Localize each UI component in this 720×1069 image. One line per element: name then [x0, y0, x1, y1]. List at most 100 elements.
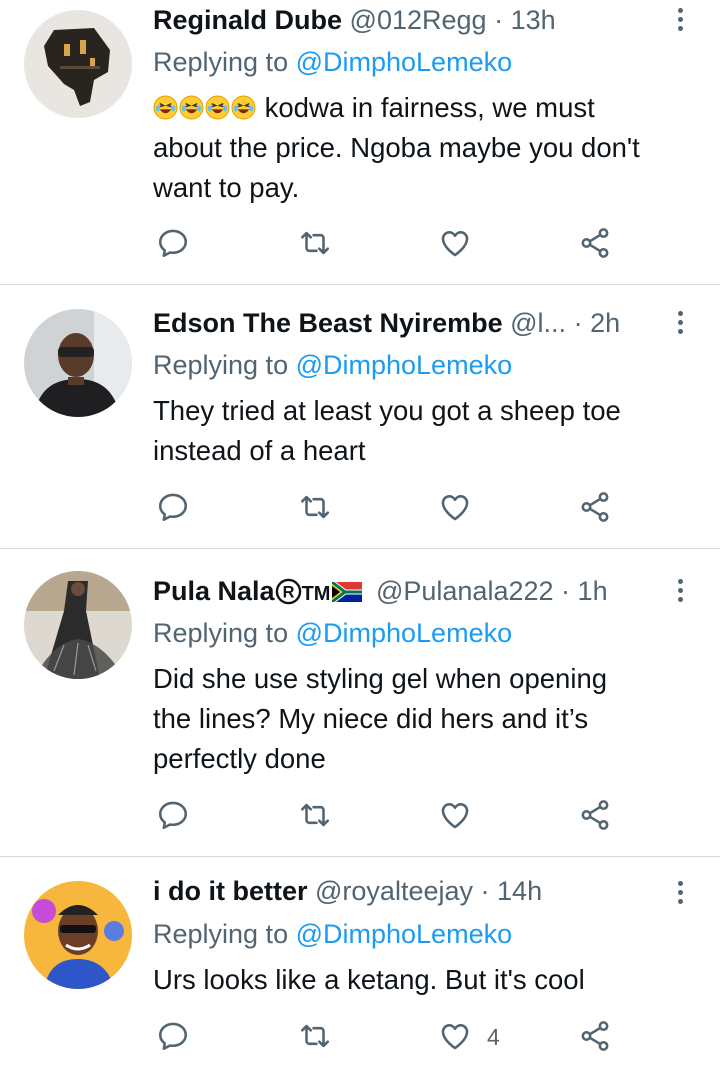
user-handle[interactable]: @royalteejay: [315, 876, 473, 906]
tweet-header: Pula Nala R TM @Pulanala222 · 1h: [153, 573, 660, 609]
replying-label: Replying to: [153, 350, 296, 380]
laughing-emoji-icon: [231, 95, 256, 120]
timestamp[interactable]: 14h: [497, 876, 542, 906]
text-line-1: kodwa in fairness, we must: [264, 92, 595, 123]
reply-button[interactable]: [156, 1019, 192, 1055]
reply-icon: [158, 229, 188, 258]
display-name[interactable]: Reginald Dube: [153, 5, 342, 35]
user-handle[interactable]: @Pulanala222: [376, 576, 554, 606]
tweet-text: Did she use styling gel when opening the…: [153, 659, 713, 779]
text-line-1: Did she use styling gel when opening: [153, 663, 608, 694]
tweet-header: Reginald Dube @012Regg · 13h: [153, 2, 660, 38]
retweet-icon: [300, 1024, 330, 1048]
like-icon: [441, 495, 469, 521]
tweet-reply[interactable]: Reginald Dube @012Regg · 13h Replying to…: [0, 0, 720, 284]
text-line-3: want to pay.: [153, 172, 300, 203]
separator-dot: ·: [573, 308, 583, 338]
mention-link[interactable]: @DimphoLemeko: [296, 919, 513, 949]
tweet-reply[interactable]: i do it better @royalteejay · 14h Replyi…: [0, 857, 720, 1069]
retweet-icon: [300, 231, 330, 255]
timestamp[interactable]: 13h: [511, 5, 556, 35]
registered-mark-icon: R: [275, 578, 301, 605]
share-icon: [581, 228, 609, 258]
like-icon: [441, 231, 469, 257]
action-bar: [0, 798, 720, 834]
avatar[interactable]: [24, 571, 132, 679]
replying-label: Replying to: [153, 47, 296, 77]
share-button[interactable]: [578, 1019, 614, 1055]
reply-button[interactable]: [156, 226, 192, 262]
tweet-reply[interactable]: Edson The Beast Nyirembe @l... · 2h Repl…: [0, 285, 720, 548]
more-options-icon[interactable]: [670, 305, 690, 341]
tweet-header: Edson The Beast Nyirembe @l... · 2h: [153, 305, 660, 341]
reply-button[interactable]: [156, 798, 192, 834]
tweet-header: i do it better @royalteejay · 14h: [153, 873, 660, 909]
user-handle[interactable]: @l...: [510, 308, 566, 338]
tweet-text: They tried at least you got a sheep toe …: [153, 391, 713, 471]
svg-text:R: R: [282, 583, 294, 601]
tweet-reply[interactable]: Pula Nala R TM @Pulanala222 · 1h Replying …: [0, 549, 720, 856]
laughing-emoji-icon: [179, 95, 204, 120]
replying-label: Replying to: [153, 618, 296, 648]
like-button[interactable]: [438, 1019, 474, 1055]
retweet-button[interactable]: [298, 226, 334, 262]
avatar[interactable]: [24, 881, 132, 989]
separator-dot: ·: [561, 576, 571, 606]
tweet-text: kodwa in fairness, we must about the pri…: [153, 88, 713, 208]
like-count: 4: [487, 1024, 500, 1050]
like-button[interactable]: [438, 798, 474, 834]
share-button[interactable]: [578, 490, 614, 526]
replying-to: Replying to @DimphoLemeko: [153, 615, 512, 651]
replying-label: Replying to: [153, 919, 296, 949]
more-options-icon[interactable]: [670, 573, 690, 609]
replying-to: Replying to @DimphoLemeko: [153, 916, 512, 952]
share-icon: [581, 492, 609, 522]
text-line-1: They tried at least you got a sheep toe: [153, 395, 621, 426]
text-line-2: the lines? My niece did hers and it’s: [153, 703, 589, 734]
share-icon: [581, 1021, 609, 1051]
laughing-emoji-icon: [205, 95, 230, 120]
south-africa-flag-icon: [330, 580, 363, 604]
display-name[interactable]: Pula Nala: [153, 576, 275, 606]
like-button[interactable]: [438, 226, 474, 262]
reply-feed: Reginald Dube @012Regg · 13h Replying to…: [0, 0, 720, 1069]
mention-link[interactable]: @DimphoLemeko: [296, 47, 513, 77]
reply-button[interactable]: [156, 490, 192, 526]
reply-icon: [158, 493, 188, 522]
action-bar: [0, 226, 720, 262]
like-icon: [441, 1024, 469, 1050]
retweet-icon: [300, 803, 330, 827]
action-bar: [0, 490, 720, 526]
timestamp[interactable]: 2h: [590, 308, 620, 338]
tweet-text: Urs looks like a ketang. But it's cool: [153, 960, 713, 1000]
retweet-button[interactable]: [298, 798, 334, 834]
display-name[interactable]: Edson The Beast Nyirembe: [153, 308, 503, 338]
retweet-button[interactable]: [298, 490, 334, 526]
mention-link[interactable]: @DimphoLemeko: [296, 350, 513, 380]
display-name[interactable]: i do it better: [153, 876, 308, 906]
more-options-icon[interactable]: [670, 875, 690, 911]
text-line-2: instead of a heart: [153, 435, 366, 466]
reply-icon: [158, 1022, 188, 1051]
avatar[interactable]: [24, 309, 132, 417]
separator-dot: ·: [480, 876, 490, 906]
laughing-emoji-group: [153, 92, 265, 123]
laughing-emoji-icon: [153, 95, 178, 120]
timestamp[interactable]: 1h: [578, 576, 608, 606]
more-options-icon[interactable]: [670, 2, 690, 38]
share-icon: [581, 800, 609, 830]
separator-dot: ·: [494, 5, 504, 35]
retweet-button[interactable]: [298, 1019, 334, 1055]
text-line-3: perfectly done: [153, 743, 326, 774]
text-line: kodwa in fairness, we must: [153, 88, 713, 128]
user-handle[interactable]: @012Regg: [350, 5, 487, 35]
replying-to: Replying to @DimphoLemeko: [153, 44, 512, 80]
like-icon: [441, 803, 469, 829]
avatar[interactable]: [24, 10, 132, 118]
text-line-1: Urs looks like a ketang. But it's cool: [153, 964, 585, 995]
mention-link[interactable]: @DimphoLemeko: [296, 618, 513, 648]
share-button[interactable]: [578, 226, 614, 262]
name-suffix: TM: [301, 583, 331, 605]
like-button[interactable]: [438, 490, 474, 526]
share-button[interactable]: [578, 798, 614, 834]
